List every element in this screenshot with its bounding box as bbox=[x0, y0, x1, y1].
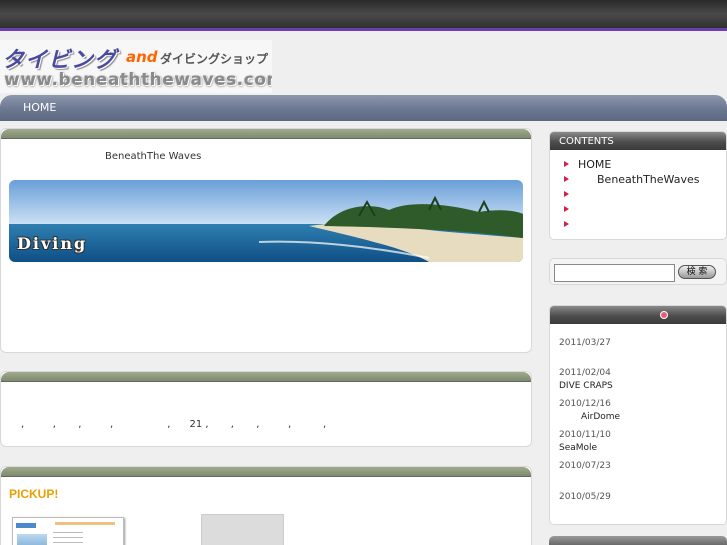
arrow-icon bbox=[564, 191, 569, 197]
nav-home-link[interactable]: HOME bbox=[23, 101, 56, 114]
search-button[interactable]: 検 索 bbox=[678, 265, 716, 279]
search-box: 検 索 bbox=[549, 258, 727, 285]
news-item[interactable]: 2010/12/16 AirDome bbox=[559, 399, 620, 422]
news-item[interactable]: 2010/05/29 bbox=[559, 492, 611, 505]
news-title: AirDome bbox=[581, 412, 621, 422]
sidebar-bottom-header bbox=[549, 536, 727, 545]
panel-header bbox=[1, 467, 531, 477]
site-logo[interactable]: タイビング and ダイビングショップ www.beneaththewaves.… bbox=[0, 40, 272, 93]
pickup-panel: PICKUP! bbox=[0, 466, 532, 545]
diving-banner: Diving bbox=[9, 180, 523, 262]
news-header bbox=[550, 306, 726, 324]
news-date: 2010/12/16 bbox=[559, 399, 611, 409]
contents-item[interactable] bbox=[562, 188, 726, 203]
news-date: 2010/05/29 bbox=[559, 492, 611, 502]
news-title: SeaMole bbox=[559, 443, 598, 453]
news-title: DIVE CRAPS bbox=[559, 381, 613, 391]
arrow-icon bbox=[564, 161, 569, 167]
news-item[interactable]: 2011/03/27 bbox=[559, 338, 611, 351]
main-navbar: HOME bbox=[0, 95, 727, 121]
logo-url-text: www.beneaththewaves.com bbox=[4, 70, 272, 90]
info-panel: , , , , , 21 , , , , , bbox=[0, 371, 532, 447]
contents-item-label: BeneathTheWaves bbox=[597, 173, 700, 186]
contents-header: CONTENTS bbox=[550, 132, 726, 150]
banner-label: Diving bbox=[17, 234, 88, 253]
news-date: 2011/03/27 bbox=[559, 338, 611, 348]
intro-panel: BeneathThe Waves Diving bbox=[0, 128, 532, 353]
intro-title: BeneathThe Waves bbox=[105, 151, 202, 162]
pickup-thumbnail[interactable] bbox=[12, 517, 124, 545]
panel-header bbox=[1, 372, 531, 382]
top-bar bbox=[0, 0, 727, 28]
news-item[interactable]: 2010/07/23 bbox=[559, 461, 611, 474]
accent-line bbox=[0, 28, 727, 31]
news-date: 2011/02/04 bbox=[559, 368, 611, 378]
logo-and-text: and bbox=[126, 48, 158, 66]
arrow-icon bbox=[564, 176, 569, 182]
news-item[interactable]: 2011/02/04 DIVE CRAPS bbox=[559, 368, 613, 391]
news-date: 2010/11/10 bbox=[559, 430, 611, 440]
logo-sub-text: ダイビングショップ bbox=[160, 52, 269, 66]
info-text: , , , , , 21 , , , , , bbox=[21, 419, 327, 430]
rss-icon[interactable] bbox=[660, 311, 668, 319]
arrow-icon bbox=[564, 221, 569, 227]
news-box: 2011/03/27 2011/02/04 DIVE CRAPS 2010/12… bbox=[549, 305, 727, 525]
contents-item-home[interactable]: HOME bbox=[562, 158, 726, 173]
arrow-icon bbox=[564, 206, 569, 212]
contents-item[interactable] bbox=[562, 203, 726, 218]
contents-item-label: HOME bbox=[578, 158, 612, 171]
search-input[interactable] bbox=[554, 264, 675, 282]
contents-item-beneaththewaves[interactable]: BeneathTheWaves bbox=[562, 173, 726, 188]
contents-box: CONTENTS HOME BeneathTheWaves bbox=[549, 131, 727, 240]
contents-list: HOME BeneathTheWaves bbox=[550, 150, 726, 233]
panel-header bbox=[1, 129, 531, 139]
news-item[interactable]: 2010/11/10 SeaMole bbox=[559, 430, 611, 453]
contents-item[interactable] bbox=[562, 218, 726, 233]
pickup-thumbnail-placeholder[interactable] bbox=[201, 514, 284, 545]
news-date: 2010/07/23 bbox=[559, 461, 611, 471]
pickup-title: PICKUP! bbox=[9, 487, 59, 501]
